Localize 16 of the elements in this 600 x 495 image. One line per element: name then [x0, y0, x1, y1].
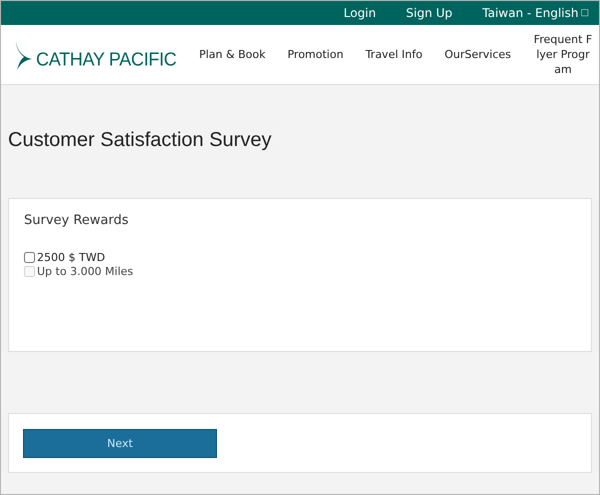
nav-link[interactable]: Frequent Flyer Program [533, 32, 593, 77]
nav-link[interactable]: Promotion [287, 48, 344, 61]
nav-link[interactable]: Travel Info [365, 48, 422, 61]
brushwing-icon [15, 40, 33, 70]
language-link[interactable]: Taiwan - English □ [482, 6, 589, 20]
nav-link[interactable]: OurServices [444, 48, 511, 61]
option-label: Up to 3.000 Miles [37, 264, 134, 278]
logo-text[interactable]: CATHAY PACIFIC [36, 48, 176, 71]
checkbox[interactable] [24, 252, 35, 262]
top-link[interactable]: Login [344, 6, 376, 20]
page-title: Customer Satisfaction Survey [8, 129, 272, 152]
option-label: 2500 $ TWD [37, 250, 106, 264]
top-link[interactable]: Sign Up [406, 6, 452, 20]
card-title: Survey Rewards [24, 213, 130, 228]
nav-link[interactable]: Plan & Book [199, 48, 266, 61]
next-button[interactable]: Next [23, 428, 217, 458]
